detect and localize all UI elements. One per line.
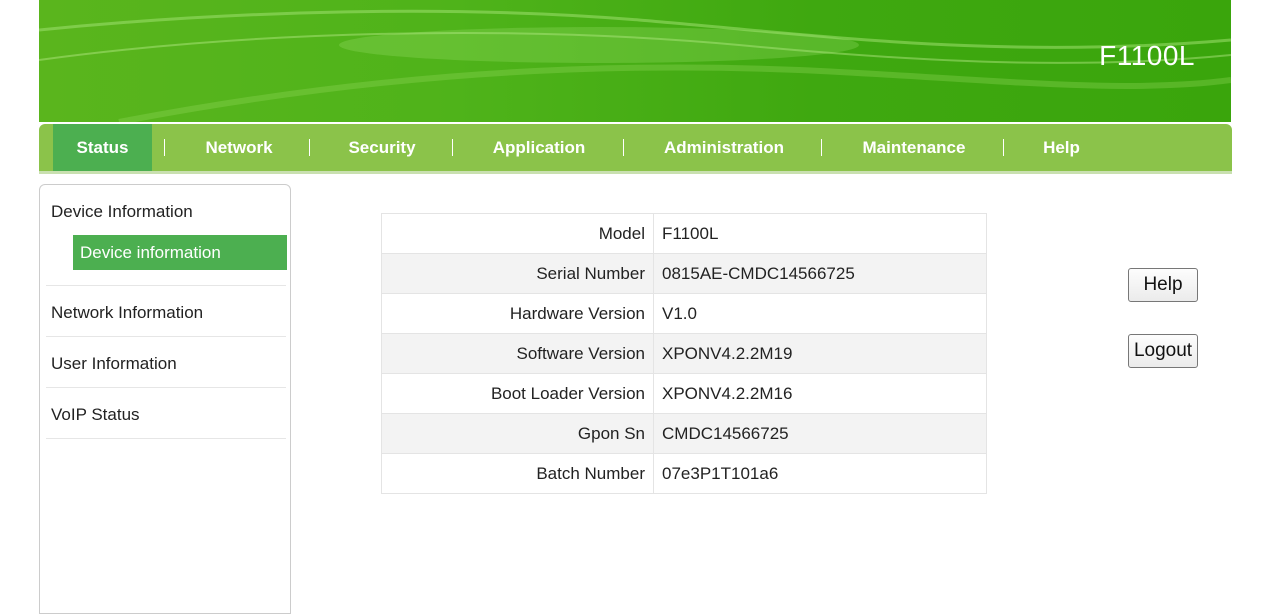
brand-model-name: F1100L (1099, 40, 1195, 71)
sidebar-group-voip-status[interactable]: VoIP Status (51, 405, 140, 425)
table-row: Model F1100L (381, 213, 987, 254)
nav-separator (821, 139, 822, 156)
help-button[interactable]: Help (1128, 268, 1198, 302)
field-label-serial-number: Serial Number (381, 253, 654, 294)
field-label-gpon-sn: Gpon Sn (381, 413, 654, 454)
table-row: Batch Number 07e3P1T101a6 (381, 453, 987, 494)
field-label-model: Model (381, 213, 654, 254)
sidebar-divider (46, 336, 286, 337)
nav-tab-maintenance[interactable]: Maintenance (849, 124, 979, 171)
field-value-boot-loader-version: XPONV4.2.2M16 (653, 373, 987, 414)
table-row: Gpon Sn CMDC14566725 (381, 413, 987, 454)
nav-tab-security[interactable]: Security (332, 124, 432, 171)
nav-tab-network[interactable]: Network (189, 124, 289, 171)
sidebar-divider (46, 285, 286, 286)
field-value-hardware-version: V1.0 (653, 293, 987, 334)
nav-tab-help[interactable]: Help (1034, 124, 1089, 171)
nav-tab-application[interactable]: Application (479, 124, 599, 171)
field-label-boot-loader-version: Boot Loader Version (381, 373, 654, 414)
sidebar-group-device-information[interactable]: Device Information (51, 202, 193, 222)
device-info-table: Model F1100L Serial Number 0815AE-CMDC14… (381, 213, 987, 494)
nav-tab-administration[interactable]: Administration (649, 124, 799, 171)
sidebar-divider (46, 438, 286, 439)
table-row: Software Version XPONV4.2.2M19 (381, 333, 987, 374)
sidebar-item-device-information[interactable]: Device information (73, 235, 287, 270)
table-row: Hardware Version V1.0 (381, 293, 987, 334)
nav-separator (309, 139, 310, 156)
table-row: Boot Loader Version XPONV4.2.2M16 (381, 373, 987, 414)
field-label-hardware-version: Hardware Version (381, 293, 654, 334)
logout-button[interactable]: Logout (1128, 334, 1198, 368)
nav-separator (164, 139, 165, 156)
field-value-serial-number: 0815AE-CMDC14566725 (653, 253, 987, 294)
nav-separator (1003, 139, 1004, 156)
nav-tab-status[interactable]: Status (53, 124, 152, 171)
main-nav: Status Network Security Application Admi… (39, 124, 1232, 174)
nav-separator (452, 139, 453, 156)
nav-separator (623, 139, 624, 156)
field-label-batch-number: Batch Number (381, 453, 654, 494)
banner-swoosh-graphic (39, 9, 1231, 122)
sidebar: Device Information Device information Ne… (39, 184, 291, 614)
table-row: Serial Number 0815AE-CMDC14566725 (381, 253, 987, 294)
field-value-gpon-sn: CMDC14566725 (653, 413, 987, 454)
header-banner: F1100L (39, 0, 1231, 122)
sidebar-group-user-information[interactable]: User Information (51, 354, 177, 374)
field-value-software-version: XPONV4.2.2M19 (653, 333, 987, 374)
sidebar-divider (46, 387, 286, 388)
field-label-software-version: Software Version (381, 333, 654, 374)
sidebar-group-network-information[interactable]: Network Information (51, 303, 203, 323)
field-value-model: F1100L (653, 213, 987, 254)
field-value-batch-number: 07e3P1T101a6 (653, 453, 987, 494)
